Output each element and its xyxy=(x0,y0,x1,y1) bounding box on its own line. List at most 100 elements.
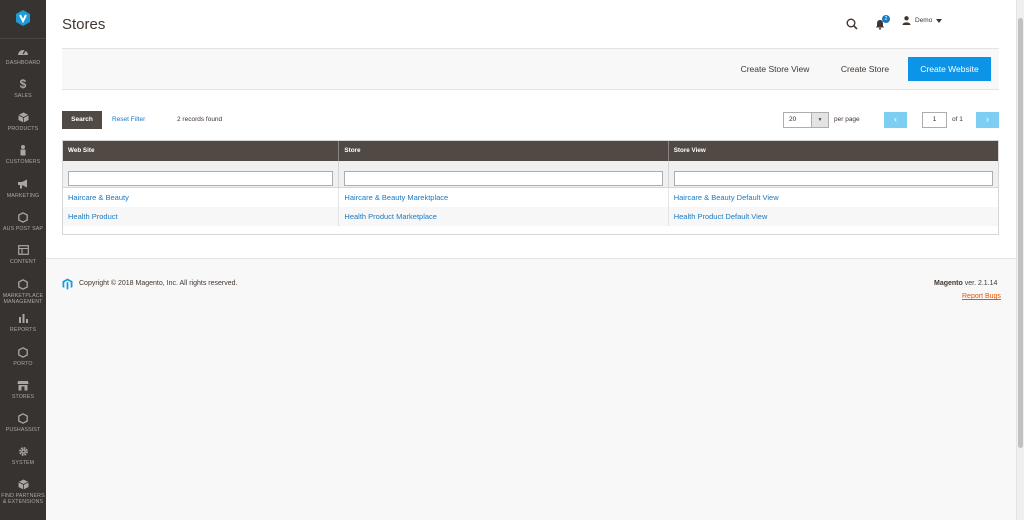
sidebar-item-label: PRODUCTS xyxy=(7,126,39,132)
per-page-label: per page xyxy=(834,116,860,123)
user-name: Demo xyxy=(915,17,933,24)
next-page-button[interactable]: › xyxy=(976,112,999,128)
chevron-left-icon: ‹ xyxy=(894,114,897,124)
grid-filter-row xyxy=(63,161,998,188)
magento-footer-logo-icon xyxy=(62,277,73,295)
sidebar-item-label: CONTENT xyxy=(9,259,37,265)
admin-sidebar: DASHBOARD $ SALES PRODUCTS CUSTOMERS MAR… xyxy=(0,0,46,520)
column-header-store[interactable]: Store xyxy=(339,141,669,161)
megaphone-icon xyxy=(0,179,46,190)
magento-logo-icon xyxy=(16,10,30,26)
store-view-link[interactable]: Health Product Default View xyxy=(669,207,998,226)
chevron-down-icon[interactable]: ▼ xyxy=(811,113,828,127)
grid-bottom-spacer xyxy=(63,226,998,234)
sidebar-item-system[interactable]: SYSTEM xyxy=(0,446,46,466)
filter-cell xyxy=(63,161,340,187)
sidebar-item-aus-post-sap[interactable]: AUS POST SAP xyxy=(0,212,46,232)
stores-grid: Web Site Store Store View Haircare & Bea… xyxy=(62,140,999,235)
report-bugs-link[interactable]: Report Bugs xyxy=(962,293,1001,300)
gear-icon xyxy=(0,446,46,457)
sidebar-item-stores[interactable]: STORES xyxy=(0,380,46,400)
search-button[interactable]: Search xyxy=(62,111,102,129)
hexagon-icon xyxy=(0,279,46,290)
user-icon xyxy=(902,16,911,25)
sidebar-item-label: SALES xyxy=(14,93,32,99)
sidebar-item-pushassist[interactable]: PUSHASSIST xyxy=(0,413,46,433)
hexagon-icon xyxy=(0,212,46,223)
filter-cell xyxy=(669,161,998,187)
per-page-value: 20 xyxy=(789,116,797,123)
chevron-down-icon xyxy=(936,18,943,23)
sidebar-item-reports[interactable]: REPORTS xyxy=(0,313,46,333)
sidebar-item-label: MARKETING xyxy=(6,193,40,199)
dollar-icon: $ xyxy=(19,77,27,91)
user-account-menu[interactable]: Demo xyxy=(902,16,943,25)
sidebar-item-label: SYSTEM xyxy=(11,460,35,466)
sidebar-divider xyxy=(0,38,46,39)
create-website-button[interactable]: Create Website xyxy=(908,57,991,81)
sidebar-item-customers[interactable]: CUSTOMERS xyxy=(0,145,46,165)
sidebar-item-find-partners[interactable]: FIND PARTNERS & EXTENSIONS xyxy=(0,479,46,505)
global-search-icon[interactable] xyxy=(846,17,858,35)
reset-filter-link[interactable]: Reset Filter xyxy=(112,116,145,123)
person-icon xyxy=(0,145,46,156)
website-link[interactable]: Health Product xyxy=(63,207,340,226)
store-filter-input[interactable] xyxy=(344,171,663,186)
column-header-store-view[interactable]: Store View xyxy=(669,141,998,161)
total-pages-label: of 1 xyxy=(952,116,963,123)
hexagon-icon xyxy=(0,413,46,424)
page-header: Stores xyxy=(46,0,1016,48)
store-view-link[interactable]: Haircare & Beauty Default View xyxy=(669,188,998,207)
sidebar-item-content[interactable]: CONTENT xyxy=(0,245,46,265)
sidebar-item-label: REPORTS xyxy=(9,327,37,333)
store-icon xyxy=(0,380,46,391)
records-found-count: 2 records found xyxy=(177,116,223,123)
page-scrollbar[interactable] xyxy=(1016,0,1024,520)
sidebar-item-label: PORTO xyxy=(13,361,33,367)
store-view-filter-input[interactable] xyxy=(673,171,993,186)
sidebar-item-label: MARKETPLACE MANAGEMENT xyxy=(2,293,44,305)
grid-header-row: Web Site Store Store View xyxy=(63,141,998,161)
current-page-input[interactable]: 1 xyxy=(922,112,947,128)
website-link[interactable]: Haircare & Beauty xyxy=(63,188,340,207)
per-page-select[interactable]: 20 ▼ xyxy=(783,112,829,128)
sidebar-item-marketplace-management[interactable]: MARKETPLACE MANAGEMENT xyxy=(0,279,46,305)
sidebar-item-sales[interactable]: $ SALES xyxy=(0,77,46,99)
store-link[interactable]: Haircare & Beauty Marektplace xyxy=(339,188,669,207)
sidebar-item-porto[interactable]: PORTO xyxy=(0,347,46,367)
copyright-text: Copyright © 2018 Magento, Inc. All right… xyxy=(79,280,238,287)
layout-icon xyxy=(0,245,46,256)
table-row: Haircare & Beauty Haircare & Beauty Mare… xyxy=(63,188,998,207)
web-site-filter-input[interactable] xyxy=(68,171,334,186)
brand-name: Magento xyxy=(934,280,963,287)
magento-version: Magento ver. 2.1.14 xyxy=(934,280,997,287)
store-link[interactable]: Health Product Marketplace xyxy=(339,207,669,226)
sidebar-item-label: FIND PARTNERS & EXTENSIONS xyxy=(1,493,45,505)
filter-cell xyxy=(339,161,669,187)
cube-icon xyxy=(0,479,46,490)
sidebar-item-label: STORES xyxy=(11,394,35,400)
version-number: ver. 2.1.14 xyxy=(962,280,998,287)
sidebar-item-label: CUSTOMERS xyxy=(5,159,41,165)
column-header-web-site[interactable]: Web Site xyxy=(63,141,340,161)
chevron-right-icon: › xyxy=(986,114,989,124)
magento-logo[interactable] xyxy=(0,0,46,36)
page-title: Stores xyxy=(62,16,106,33)
table-row: Health Product Health Product Marketplac… xyxy=(63,207,998,226)
create-store-view-button[interactable]: Create Store View xyxy=(732,58,818,80)
bar-chart-icon xyxy=(0,313,46,324)
footer-divider xyxy=(46,258,1016,259)
notification-count-badge: 2 xyxy=(882,15,890,23)
dashboard-icon xyxy=(0,46,46,57)
sidebar-item-dashboard[interactable]: DASHBOARD xyxy=(0,46,46,66)
sidebar-item-label: DASHBOARD xyxy=(5,60,41,66)
sidebar-item-label: AUS POST SAP xyxy=(3,226,43,232)
previous-page-button[interactable]: ‹ xyxy=(884,112,907,128)
hexagon-icon xyxy=(0,347,46,358)
scrollbar-thumb[interactable] xyxy=(1018,18,1023,448)
sidebar-item-label: PUSHASSIST xyxy=(5,427,41,433)
sidebar-item-products[interactable]: PRODUCTS xyxy=(0,112,46,132)
create-store-button[interactable]: Create Store xyxy=(834,58,896,80)
cube-icon xyxy=(0,112,46,123)
sidebar-item-marketing[interactable]: MARKETING xyxy=(0,179,46,199)
